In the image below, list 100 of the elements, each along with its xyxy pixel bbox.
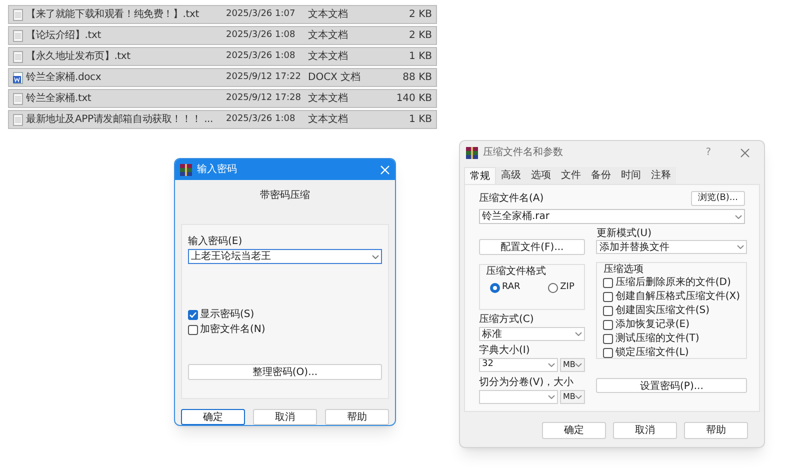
dialog-button[interactable]: 确定 (542, 422, 606, 439)
file-size: 2 KB (408, 8, 433, 22)
tab[interactable]: 备份 (586, 167, 616, 184)
file-size: 1 KB (408, 50, 433, 64)
text-file-icon (12, 114, 22, 126)
file-size: 2 KB (408, 29, 433, 43)
dropdown-caret-icon (548, 363, 555, 367)
text-file-icon (12, 92, 22, 104)
window-title: 输入密码 (197, 162, 237, 178)
dialog-button[interactable]: 取消 (613, 422, 677, 439)
dialog-button[interactable]: 取消 (253, 409, 317, 425)
text-file-icon (12, 30, 22, 42)
password-field[interactable]: 上老王论坛当老王 (188, 249, 382, 264)
checkbox[interactable] (603, 348, 614, 358)
checkbox-label: 锁定压缩文件(L) (615, 346, 689, 360)
file-date: 2025/3/26 1:08 (226, 112, 296, 126)
group-label: 压缩选项 (603, 263, 644, 276)
group-label: 压缩文件格式 (486, 265, 547, 278)
file-type: 文本文档 (308, 112, 349, 127)
checkbox-label: 创建自解压格式压缩文件(X) (615, 290, 740, 304)
checkbox-label: 压缩后删除原来的文件(D) (615, 276, 731, 290)
radio-label: RAR (502, 281, 520, 294)
dialog-heading: 带密码压缩 (260, 188, 310, 204)
file-row[interactable]: 最新地址及APP请发邮箱自动获取！！！ ... 2025/3/26 1:08 文本文档 1 KB (8, 110, 437, 129)
dialog-button[interactable]: 确定 (181, 409, 245, 425)
file-row[interactable]: 铃兰全家桶.txt 2025/9/12 17:28 文本文档 140 KB (8, 89, 437, 108)
field-label: 更新模式(U) (596, 227, 653, 240)
text-file-icon (12, 8, 22, 20)
file-date: 2025/3/26 1:08 (226, 28, 296, 42)
checkbox[interactable] (603, 306, 614, 316)
window-title: 压缩文件名和参数 (483, 146, 563, 160)
tab[interactable]: 时间 (616, 167, 646, 184)
method-dropdown[interactable]: 标准 (479, 327, 586, 341)
checkbox[interactable] (188, 310, 198, 320)
checkbox-label: 测试压缩的文件(T) (615, 332, 700, 346)
checkbox-label: 加密文件名(N) (200, 322, 266, 338)
field-label: 切分为分卷(V)，大小 (479, 376, 575, 390)
field-label: 字典大小(I) (479, 344, 531, 358)
file-row[interactable]: 【永久地址发布页】.txt 2025/3/26 1:08 文本文档 1 KB (8, 47, 437, 66)
dropdown-caret-icon (548, 395, 555, 399)
dropdown-caret-icon (372, 254, 379, 259)
file-date: 2025/9/12 17:28 (226, 92, 302, 105)
dropdown-caret-icon (735, 214, 742, 218)
archive-name-field[interactable]: 铃兰全家桶.rar (479, 209, 745, 224)
file-row[interactable]: 【来了就能下载和观看！纯免费！】.txt 2025/3/26 1:07 文本文档 2 KB (8, 5, 437, 24)
file-name: 最新地址及APP请发邮箱自动获取！！！ ... (26, 112, 214, 127)
checkbox[interactable] (603, 292, 614, 302)
archive-app-icon (180, 164, 192, 176)
field-label: 压缩方式(C) (479, 313, 535, 327)
radio-button[interactable] (548, 282, 558, 293)
file-type: 文本文档 (308, 50, 349, 64)
file-type: 文本文档 (308, 28, 349, 43)
checkbox-label: 显示密码(S) (200, 308, 254, 322)
file-name: 【论坛介绍】.txt (26, 28, 102, 43)
file-name: 【永久地址发布页】.txt (26, 50, 132, 64)
field-label: 输入密码(E) (188, 235, 244, 250)
unit-dropdown[interactable]: MB (560, 358, 586, 372)
dropdown-caret-icon (737, 245, 744, 249)
file-size: 140 KB (395, 92, 433, 106)
dropdown-caret-icon (575, 363, 582, 367)
tab[interactable]: 选项 (526, 167, 556, 184)
archive-app-icon (466, 146, 478, 158)
file-date: 2025/9/12 17:22 (226, 70, 302, 84)
tab[interactable]: 注释 (646, 167, 676, 184)
dialog-button[interactable]: 帮助 (684, 422, 748, 439)
field-label: 压缩文件名(A) (479, 192, 544, 206)
file-row[interactable]: 【论坛介绍】.txt 2025/3/26 1:08 文本文档 2 KB (8, 26, 437, 45)
tab[interactable]: 高级 (496, 167, 526, 184)
tab[interactable]: 常规 (464, 167, 496, 184)
browse-button[interactable]: 浏览(B)... (691, 191, 745, 206)
profiles-button[interactable]: 配置文件(F)... (479, 239, 586, 255)
checkbox[interactable] (603, 334, 614, 344)
radio-label: ZIP (560, 281, 574, 294)
organize-passwords-button[interactable]: 整理密码(O)... (188, 364, 382, 380)
dropdown-caret-icon (575, 332, 582, 336)
file-type: DOCX 文档 (308, 70, 362, 85)
checkbox[interactable] (603, 320, 614, 330)
file-size: 1 KB (408, 113, 433, 127)
checkbox-label: 添加恢复记录(E) (615, 318, 690, 332)
radio-button[interactable] (490, 282, 500, 293)
set-password-button[interactable]: 设置密码(P)... (596, 378, 748, 393)
file-size: 88 KB (402, 71, 433, 85)
checkbox-label: 创建固实压缩文件(S) (615, 304, 710, 318)
dictionary-size-dropdown[interactable]: 32 (479, 358, 558, 372)
file-row[interactable]: 铃兰全家桶.docx 2025/9/12 17:22 DOCX 文档 88 KB (8, 68, 437, 87)
file-name: 【来了就能下载和观看！纯免费！】.txt (26, 8, 200, 22)
file-name: 铃兰全家桶.docx (26, 70, 102, 85)
unit-dropdown[interactable]: MB (560, 390, 586, 404)
file-type: 文本文档 (308, 92, 349, 106)
dialog-button[interactable]: 帮助 (325, 409, 389, 425)
close-icon[interactable] (740, 148, 750, 158)
word-document-icon (12, 72, 22, 84)
checkbox[interactable] (188, 324, 198, 335)
tab[interactable]: 文件 (556, 167, 586, 184)
checkbox[interactable] (603, 278, 614, 288)
file-date: 2025/3/26 1:07 (226, 8, 296, 21)
file-type: 文本文档 (308, 8, 349, 22)
text-file-icon (12, 50, 22, 62)
update-mode-dropdown[interactable]: 添加并替换文件 (596, 240, 748, 254)
file-name: 铃兰全家桶.txt (26, 92, 92, 106)
